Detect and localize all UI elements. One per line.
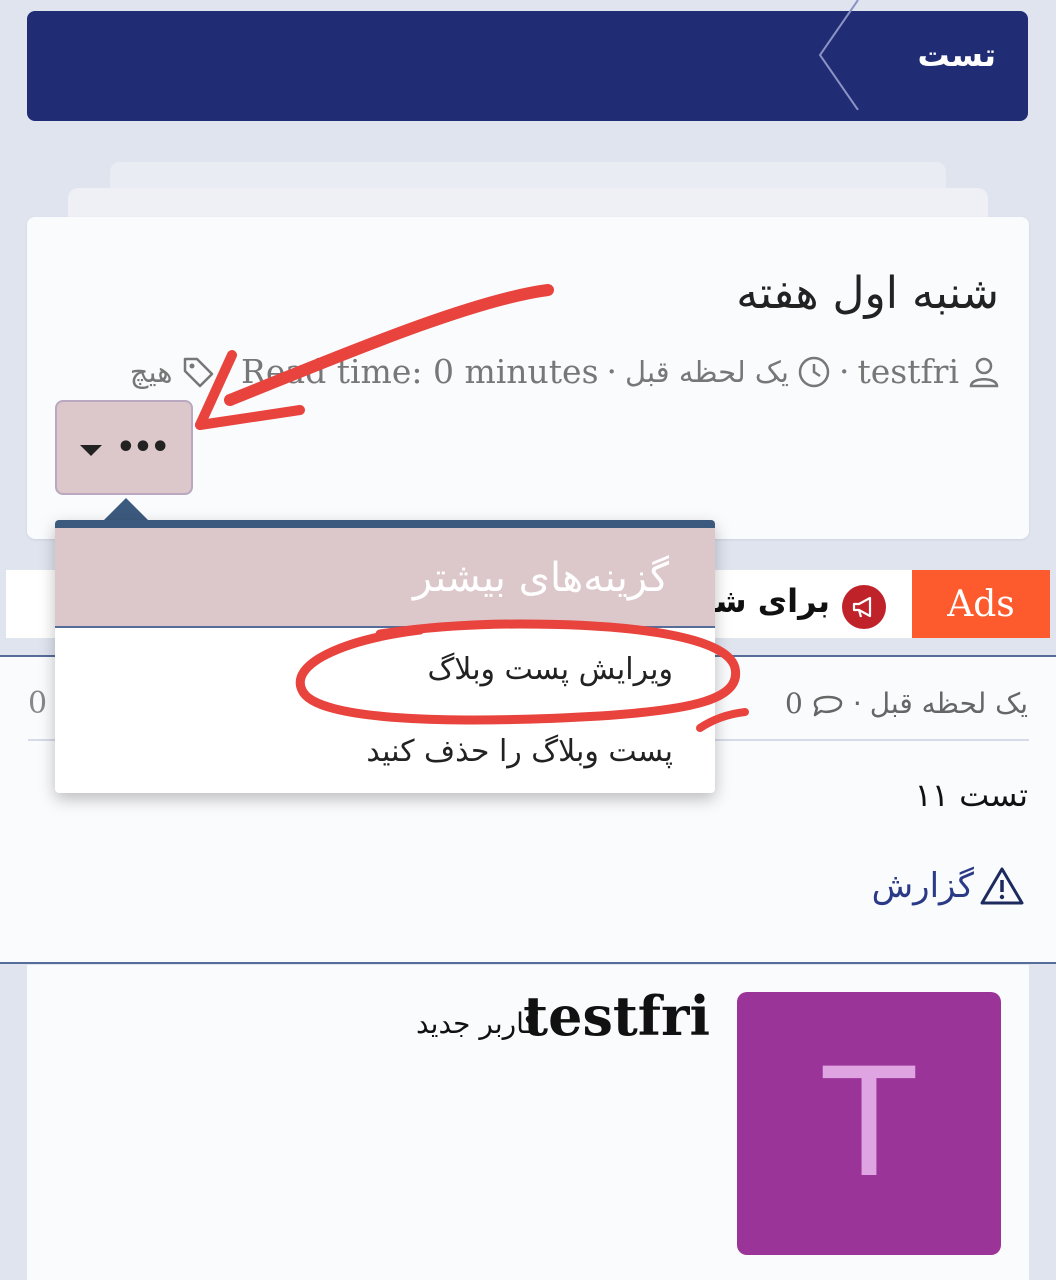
breadcrumb-chevron-icon — [818, 0, 859, 110]
comment-icon[interactable] — [811, 687, 845, 721]
breadcrumb-bar — [27, 11, 1028, 121]
edit-post-menu-item[interactable]: ویرایش پست وبلاگ — [55, 640, 715, 700]
post-tags[interactable]: هیچ — [130, 348, 173, 396]
avatar[interactable]: T — [737, 992, 1001, 1255]
tag-icon — [181, 355, 215, 389]
comment-time: یک لحظه قبل — [869, 687, 1028, 720]
ads-text[interactable]: برای شما — [700, 582, 830, 620]
report-label: گزارش — [871, 866, 974, 906]
dropdown-header: گزینه‌های بیشتر — [55, 528, 715, 628]
post-author[interactable]: testfri — [857, 348, 959, 396]
more-options-button[interactable]: ••• — [55, 400, 193, 495]
delete-post-menu-item[interactable]: پست وبلاگ را حذف کنید — [55, 722, 715, 782]
author-role: کاربر جدید — [415, 1007, 538, 1040]
meta-separator: · — [222, 352, 234, 391]
meta-separator: · — [852, 687, 862, 720]
comment-body: تست ۱۱ — [914, 776, 1028, 814]
comment-count: 0 — [784, 687, 803, 720]
comment-count-left: 0 — [28, 686, 48, 721]
author-name[interactable]: testfri — [523, 984, 710, 1048]
dropdown-pointer — [104, 498, 148, 520]
megaphone-icon — [842, 585, 886, 629]
user-icon — [967, 355, 1001, 389]
meta-separator: · — [838, 352, 850, 391]
clock-icon — [797, 355, 831, 389]
breadcrumb-item[interactable]: تست — [918, 0, 996, 110]
report-link[interactable]: گزارش — [872, 866, 1024, 906]
post-meta: testfri · یک لحظه قبل · Read time: 0 min… — [130, 348, 1001, 396]
post-title[interactable]: شنبه اول هفته — [736, 268, 999, 319]
post-read-time: Read time: 0 minutes — [241, 352, 599, 391]
ads-badge[interactable]: Ads — [912, 570, 1050, 638]
caret-down-icon — [80, 445, 103, 456]
comment-meta: یک لحظه قبل · 0 — [785, 684, 1028, 724]
post-time: یک لحظه قبل — [625, 355, 789, 389]
meta-separator: · — [606, 352, 618, 391]
warning-icon — [980, 866, 1024, 906]
more-options-dropdown: گزینه‌های بیشتر ویرایش پست وبلاگ پست وبل… — [55, 520, 715, 793]
more-dots-icon: ••• — [116, 430, 170, 465]
